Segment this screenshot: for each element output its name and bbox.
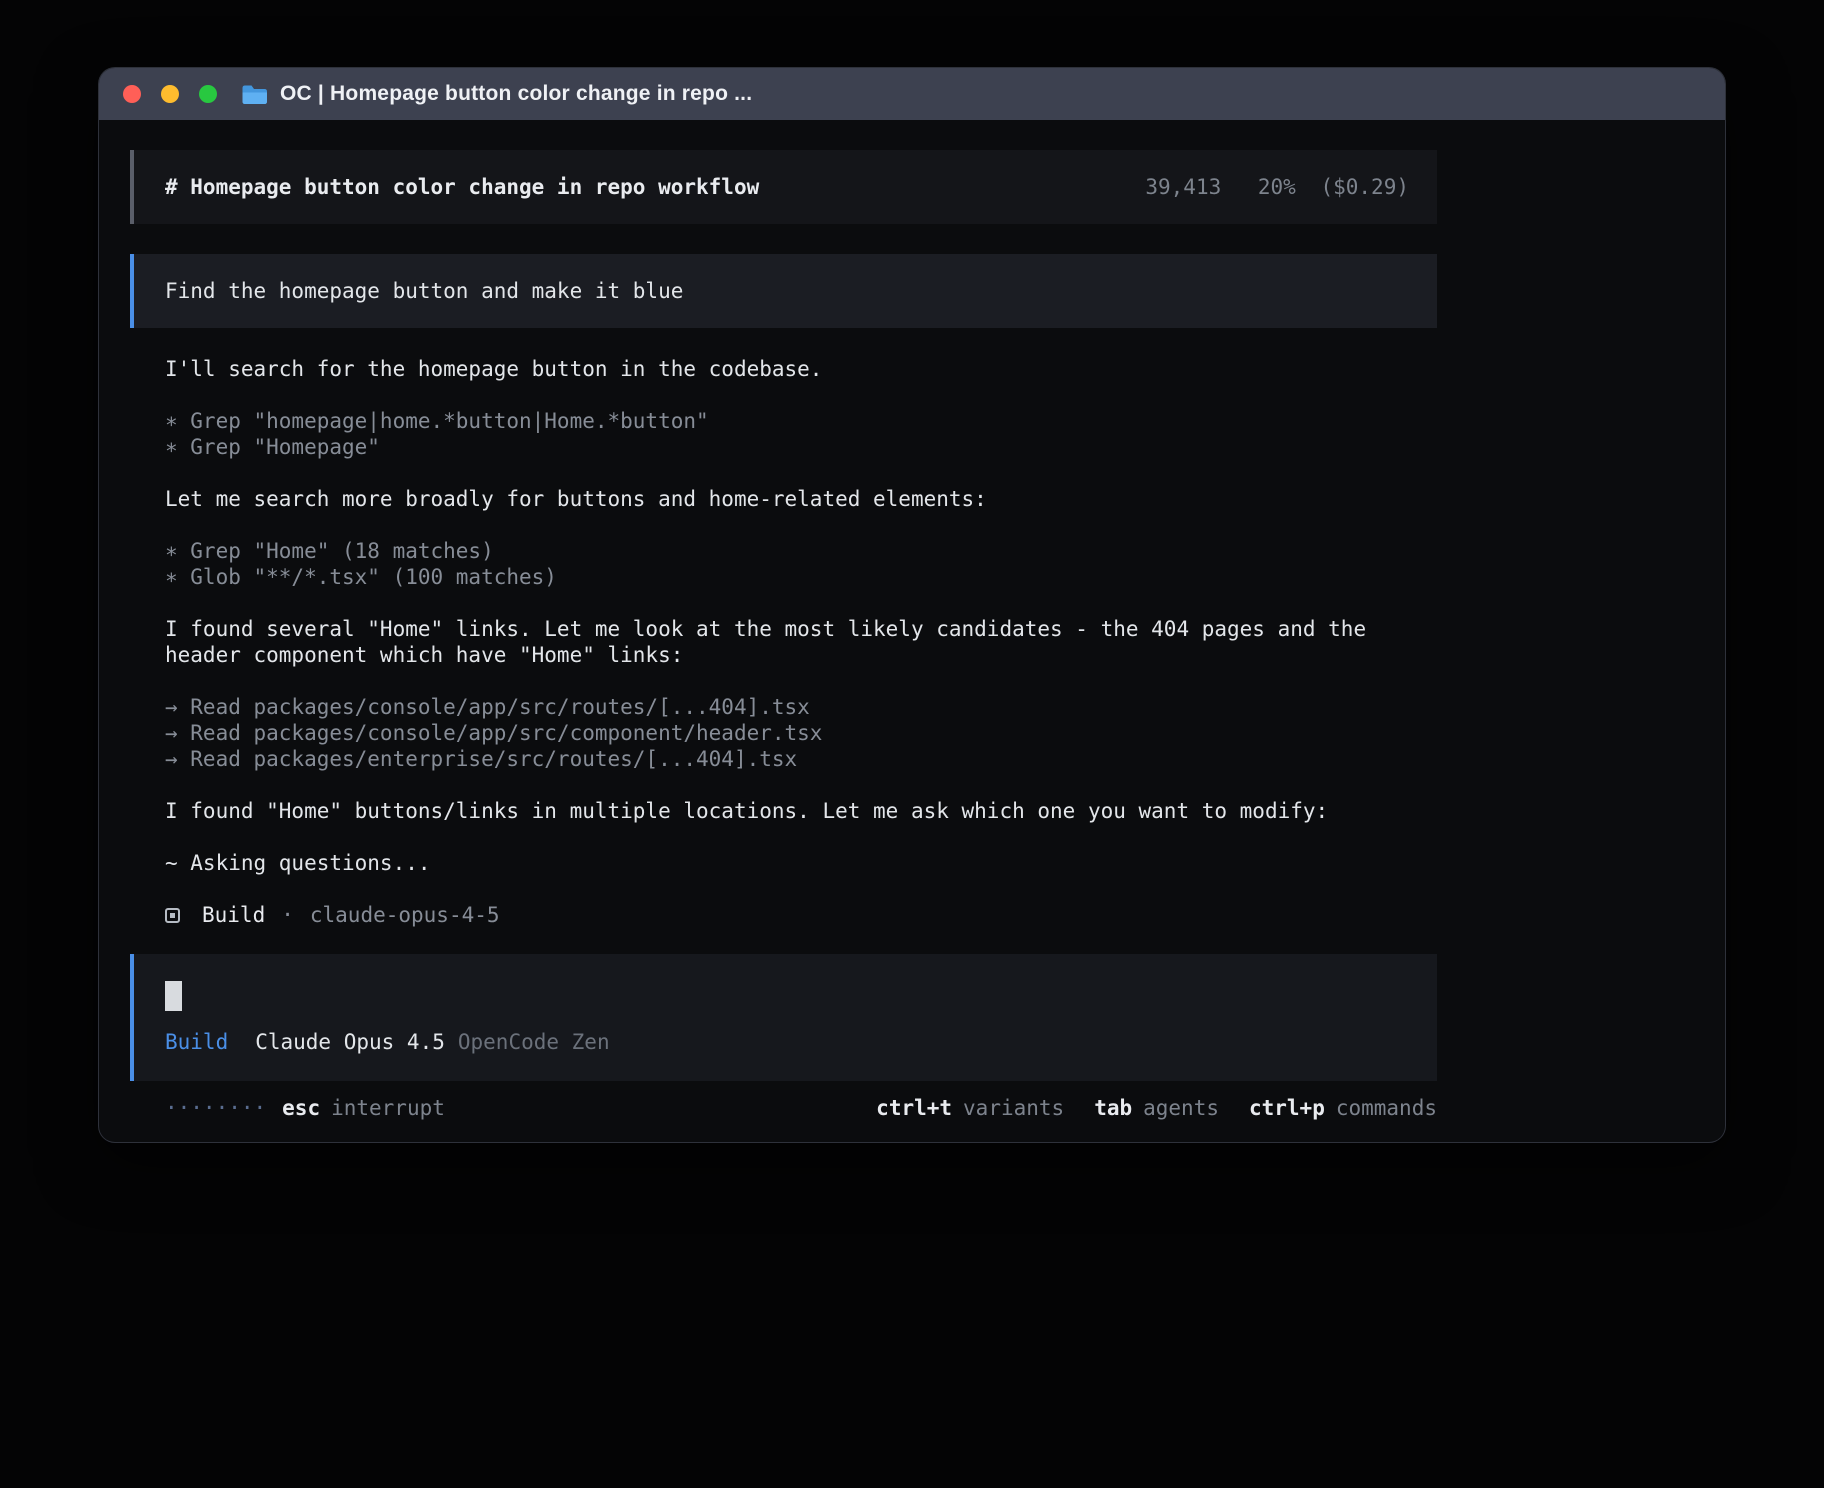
titlebar: OC | Homepage button color change in rep… (99, 68, 1725, 120)
tool-call-line: ∗ Grep "Home" (18 matches) (165, 538, 1405, 564)
status-bar: ········ esc interrupt ctrl+t variants t… (165, 1095, 1437, 1121)
terminal-content: # Homepage button color change in repo w… (99, 120, 1725, 1121)
traffic-lights (123, 85, 217, 103)
agent-separator: · (281, 902, 294, 928)
session-stats: 39,413 20% ($0.29) (1145, 174, 1409, 200)
hint-key: tab (1094, 1095, 1132, 1121)
provider-label: OpenCode Zen (458, 1029, 610, 1055)
user-message: Find the homepage button and make it blu… (130, 254, 1437, 328)
hint-label: commands (1336, 1095, 1437, 1121)
tool-call-line: ∗ Glob "**/*.tsx" (100 matches) (165, 564, 1405, 590)
window-title: OC | Homepage button color change in rep… (280, 82, 752, 106)
assistant-text-line: I found several "Home" links. Let me loo… (165, 616, 1405, 668)
prompt-input[interactable]: Build Claude Opus 4.5 OpenCode Zen (130, 954, 1437, 1081)
mode-label: Build (165, 1029, 228, 1055)
token-count: 39,413 (1145, 175, 1221, 199)
session-cost: ($0.29) (1320, 175, 1409, 199)
hint-key: ctrl+p (1249, 1095, 1325, 1121)
hint-key: ctrl+t (876, 1095, 952, 1121)
status-line: ~ Asking questions... (165, 850, 1405, 876)
close-button[interactable] (123, 85, 141, 103)
tool-call-line: → Read packages/enterprise/src/routes/[.… (165, 746, 1405, 772)
model-label: Claude Opus 4.5 (255, 1029, 445, 1055)
tool-call-line: ∗ Grep "Homepage" (165, 434, 1405, 460)
assistant-transcript: I'll search for the homepage button in t… (165, 356, 1405, 928)
hint-key: esc (282, 1095, 320, 1121)
context-percent: 20% (1258, 175, 1296, 199)
hint-commands: ctrl+p commands (1249, 1095, 1437, 1121)
agent-name: Build (202, 902, 265, 928)
hint-interrupt: esc interrupt (282, 1095, 445, 1121)
session-header: # Homepage button color change in repo w… (130, 150, 1437, 224)
minimize-button[interactable] (161, 85, 179, 103)
spinner-dots: ········ (165, 1095, 266, 1121)
hint-label: agents (1143, 1095, 1219, 1121)
agent-model: claude-opus-4-5 (310, 902, 500, 928)
tool-call-line: → Read packages/console/app/src/routes/[… (165, 694, 1405, 720)
assistant-text-line: Let me search more broadly for buttons a… (165, 486, 1405, 512)
hint-agents: tab agents (1094, 1095, 1219, 1121)
tool-call-line: → Read packages/console/app/src/componen… (165, 720, 1405, 746)
hint-label: variants (963, 1095, 1064, 1121)
user-message-text: Find the homepage button and make it blu… (165, 279, 683, 303)
assistant-text-line: I found "Home" buttons/links in multiple… (165, 798, 1405, 824)
folder-icon (241, 84, 268, 105)
terminal-window: OC | Homepage button color change in rep… (99, 68, 1725, 1142)
hint-variants: ctrl+t variants (876, 1095, 1064, 1121)
zoom-button[interactable] (199, 85, 217, 103)
text-cursor (165, 981, 182, 1011)
tool-call-line: ∗ Grep "homepage|home.*button|Home.*butt… (165, 408, 1405, 434)
input-meta: Build Claude Opus 4.5 OpenCode Zen (165, 1029, 1409, 1055)
agent-status-row: Build · claude-opus-4-5 (165, 902, 1405, 928)
assistant-text-line: I'll search for the homepage button in t… (165, 356, 1405, 382)
square-dot-icon (165, 908, 180, 923)
session-title: # Homepage button color change in repo w… (165, 174, 759, 200)
hint-label: interrupt (331, 1095, 445, 1121)
